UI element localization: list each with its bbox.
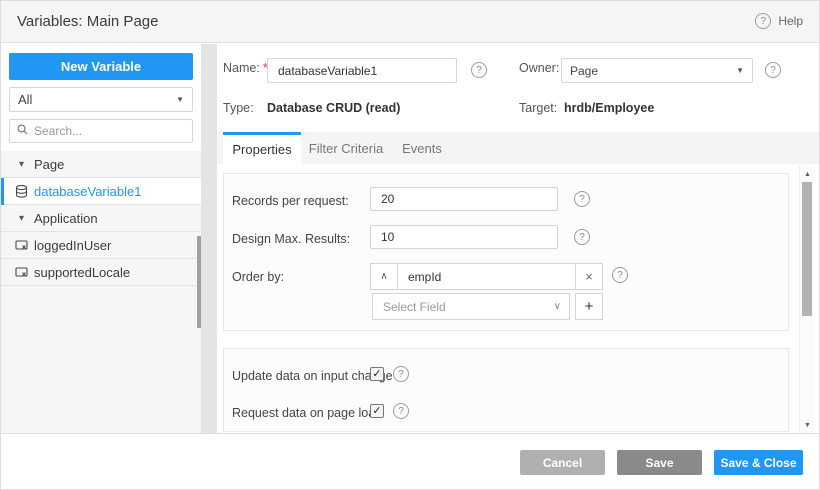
order-by-widget: ∧ empId × Select Field ∨ + [370,263,610,321]
variables-tree: ▾ Page databaseVariable1 ▾ Application l… [1,151,201,433]
order-by-label: Order by: [232,270,284,284]
help-circle-icon: ? [755,13,771,29]
properties-panel: Records per request: ? Design Max. Resul… [223,173,789,331]
order-by-row: ∧ empId [370,263,576,290]
tree-item-loggedinuser[interactable]: loggedInUser [1,232,201,259]
variables-sidebar: New Variable All ▼ ▾ Page databaseVariab… [1,44,201,433]
tree-item-databasevariable1[interactable]: databaseVariable1 [1,178,201,205]
variable-filter-select[interactable]: All ▼ [9,87,193,112]
name-label: Name:* [223,61,268,75]
owner-help-icon[interactable]: ? [765,62,781,78]
request-on-load-help-icon[interactable]: ? [393,403,409,419]
tree-group-page[interactable]: ▾ Page [1,151,201,178]
variable-icon [15,239,28,252]
request-on-load-label: Request data on page load [232,406,382,420]
dropdown-arrow-icon: ▼ [736,66,744,75]
design-max-results-input[interactable] [370,225,558,249]
update-on-input-checkbox[interactable]: ✓ [370,367,384,381]
tree-item-label: supportedLocale [34,265,130,280]
select-field-placeholder: Select Field [383,300,446,314]
scrollbar-thumb[interactable] [802,182,812,316]
tree-item-label: loggedInUser [34,238,111,253]
tab-strip: Properties Filter Criteria Events [217,132,820,164]
remove-order-field-button[interactable]: × [575,263,603,290]
collapse-arrow-icon: ▾ [19,159,24,170]
owner-value: Page [570,64,598,78]
selection-indicator [1,178,4,205]
content-scrollbar[interactable]: ▲ ▼ [799,166,814,433]
select-field-dropdown[interactable]: Select Field ∨ [372,293,570,320]
new-variable-button[interactable]: New Variable [9,53,193,80]
tab-filter-criteria[interactable]: Filter Criteria [301,132,391,164]
tab-properties[interactable]: Properties [223,132,301,164]
name-help-icon[interactable]: ? [471,62,487,78]
database-icon [15,185,28,198]
page-title: Variables: Main Page [17,13,158,30]
order-by-field-value: empId [398,270,441,284]
variable-icon [15,266,28,279]
variable-detail-pane: Name:* ? Owner:* Page ▼ ? Type: Database… [217,44,820,433]
dialog-header: Variables: Main Page ? Help [1,1,820,43]
target-label: Target: [519,101,557,115]
dialog-footer: Cancel Save Save & Close [1,433,820,490]
variable-filter-value: All [18,92,32,107]
dropdown-arrow-icon: ▼ [176,95,184,104]
cancel-button[interactable]: Cancel [520,450,605,475]
records-per-request-label: Records per request: [232,194,349,208]
plus-icon: + [585,298,594,315]
scroll-down-arrow-icon[interactable]: ▼ [800,419,815,431]
records-help-icon[interactable]: ? [574,191,590,207]
help-button[interactable]: ? Help [755,13,803,29]
save-and-close-button[interactable]: Save & Close [714,450,803,475]
tree-group-label: Page [34,157,64,172]
request-on-load-checkbox[interactable]: ✓ [370,404,384,418]
type-value: Database CRUD (read) [267,101,400,115]
variables-dialog: Variables: Main Page ? Help New Variable… [0,0,820,490]
design-max-results-label: Design Max. Results: [232,232,350,246]
chevron-down-icon: ∨ [554,301,561,312]
chevron-up-icon: ∧ [380,271,387,282]
collapse-arrow-icon: ▾ [19,213,24,224]
name-input[interactable] [267,58,457,83]
options-panel: Update data on input change ✓ ? Request … [223,348,789,432]
target-value: hrdb/Employee [564,101,654,115]
check-icon: ✓ [372,369,381,380]
owner-label: Owner:* [519,61,567,75]
check-icon: ✓ [372,406,381,417]
order-by-help-icon[interactable]: ? [612,267,628,283]
search-input[interactable] [34,124,164,138]
records-per-request-input[interactable] [370,187,558,211]
tree-group-application[interactable]: ▾ Application [1,205,201,232]
update-on-input-help-icon[interactable]: ? [393,366,409,382]
owner-select[interactable]: Page ▼ [561,58,753,83]
add-order-field-button[interactable]: + [575,293,603,320]
tab-events[interactable]: Events [391,132,453,164]
variable-search-box[interactable] [9,119,193,143]
sidebar-main-divider [201,44,217,433]
close-icon: × [585,269,593,284]
update-on-input-label: Update data on input change [232,369,393,383]
save-button[interactable]: Save [617,450,702,475]
type-label: Type: [223,101,254,115]
tree-item-supportedlocale[interactable]: supportedLocale [1,259,201,286]
scroll-up-arrow-icon[interactable]: ▲ [800,168,815,180]
help-label: Help [778,14,803,28]
sort-direction-button[interactable]: ∧ [371,264,398,289]
design-max-help-icon[interactable]: ? [574,229,590,245]
search-icon [17,122,28,140]
tree-item-label: databaseVariable1 [34,184,141,199]
tree-group-label: Application [34,211,98,226]
